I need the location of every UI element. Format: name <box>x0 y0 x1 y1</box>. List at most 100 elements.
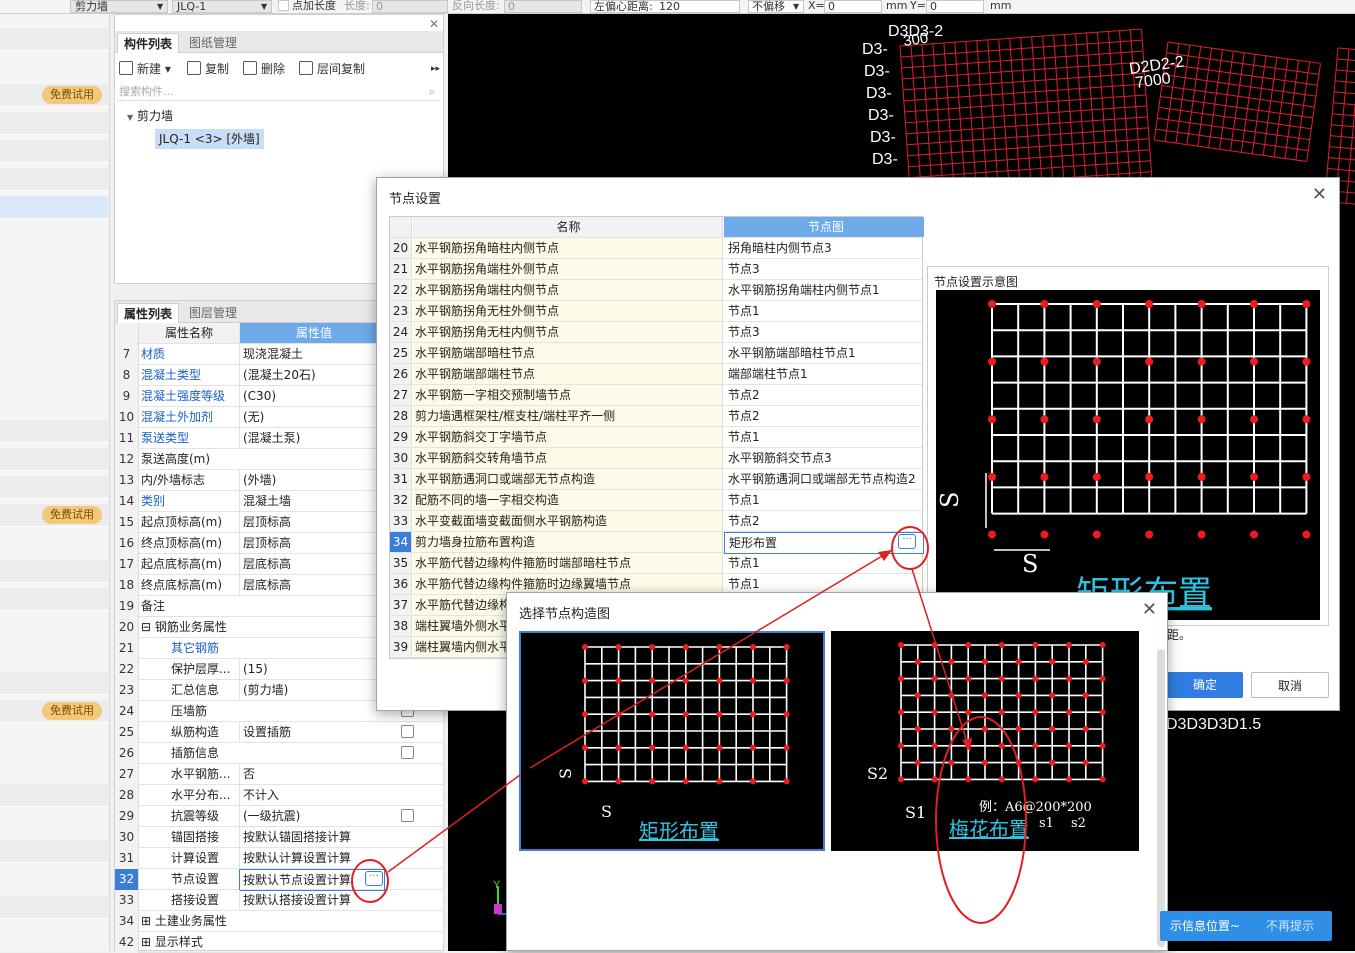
nav-row[interactable] <box>0 140 108 163</box>
property-value[interactable]: 按默认锚固搭接计算 <box>239 827 385 847</box>
node-row[interactable]: 32 配筋不同的墙一字相交构造 节点1 <box>390 490 922 511</box>
property-value[interactable]: (剪力墙) <box>239 680 385 700</box>
nav-row[interactable] <box>0 476 108 499</box>
property-value[interactable]: 现浇混凝土 <box>239 344 385 364</box>
property-value[interactable]: 按默认搭接设置计算 <box>239 890 385 910</box>
property-checkbox[interactable] <box>401 725 414 738</box>
property-value[interactable]: (15) <box>239 659 385 679</box>
property-value[interactable]: 层底标高 <box>239 575 385 595</box>
node-row[interactable]: 21 水平钢筋拐角端柱外侧节点 节点3 <box>390 259 922 280</box>
node-value[interactable]: 节点1 <box>724 553 924 573</box>
delete-button[interactable]: 删除 <box>243 60 285 78</box>
property-name[interactable]: 材质 <box>141 344 237 364</box>
free-trial-badge[interactable]: 免费试用 <box>42 702 102 720</box>
property-name[interactable]: 类别 <box>141 491 237 511</box>
property-value[interactable]: 不计入 <box>239 785 385 805</box>
scrollbar[interactable] <box>1157 649 1165 947</box>
property-row[interactable]: 26 插筋信息 <box>115 743 443 764</box>
more-icon[interactable]: ▸▸ <box>431 60 440 78</box>
property-checkbox[interactable] <box>401 809 414 822</box>
close-icon[interactable]: ✕ <box>1142 599 1157 620</box>
new-button[interactable]: 新建 ▾ <box>119 60 171 78</box>
nav-row[interactable] <box>0 672 108 695</box>
node-value[interactable]: 节点2 <box>724 511 924 531</box>
node-value[interactable]: 节点3 <box>724 322 924 342</box>
property-value[interactable]: (外墙) <box>239 470 385 490</box>
ok-button[interactable]: 确定 <box>1167 672 1243 698</box>
property-row[interactable]: 31 计算设置 按默认计算设置计算 <box>115 848 443 869</box>
tab-layer-management[interactable]: 图层管理 <box>183 303 243 323</box>
ellipsis-button[interactable]: ··· <box>898 534 916 549</box>
property-row[interactable]: 28 水平分布... 不计入 <box>115 785 443 806</box>
property-row[interactable]: 25 纵筋构造 设置插筋 <box>115 722 443 743</box>
node-value[interactable]: 节点2 <box>724 406 924 426</box>
node-row[interactable]: 25 水平钢筋端部暗柱节点 水平钢筋端部暗柱节点1 <box>390 343 922 364</box>
node-row[interactable]: 33 水平变截面墙变截面侧水平钢筋构造 节点2 <box>390 511 922 532</box>
close-icon[interactable]: ✕ <box>429 17 439 31</box>
node-row[interactable]: 34 剪力墙身拉筋布置构造 矩形布置 ··· <box>390 532 924 554</box>
nav-row[interactable] <box>0 28 108 51</box>
property-value[interactable]: (混凝土20石) <box>239 365 385 385</box>
property-value[interactable]: (C30) <box>239 386 385 406</box>
nav-row[interactable] <box>0 448 108 471</box>
property-row[interactable]: 33 搭接设置 按默认搭接设置计算 <box>115 890 443 911</box>
node-value[interactable]: 端部端柱节点1 <box>724 364 924 384</box>
tab-component-list[interactable]: 构件列表 <box>117 33 180 53</box>
property-row[interactable]: 32 节点设置 按默认节点设置计算 ··· <box>115 869 443 891</box>
reverse-length-input[interactable]: 0 <box>504 0 582 13</box>
tree-item-jlq1[interactable]: JLQ-1 <3> [外墙] <box>155 129 264 149</box>
node-value[interactable]: 水平钢筋斜交节点3 <box>724 448 924 468</box>
tab-drawing-management[interactable]: 图纸管理 <box>183 33 243 53</box>
property-name[interactable]: 混凝土外加剂 <box>141 407 237 427</box>
property-name[interactable]: 混凝土强度等级 <box>141 386 237 406</box>
property-value[interactable]: (混凝土泵) <box>239 428 385 448</box>
copy-button[interactable]: 复制 <box>187 60 229 78</box>
node-value[interactable]: 矩形布置 <box>724 532 924 554</box>
left-offset-input[interactable]: 左偏心距离: 120 <box>590 0 740 13</box>
component-type-combo[interactable]: 剪力墙 ▼ <box>70 0 168 13</box>
nav-row[interactable] <box>0 840 108 863</box>
node-value[interactable]: 节点1 <box>724 301 924 321</box>
option-quincunx-layout[interactable]: 梅花布置 S1 S2 例：A6@200*200 s1 s2 <box>831 631 1139 851</box>
node-row[interactable]: 23 水平钢筋拐角无柱外侧节点 节点1 <box>390 301 922 322</box>
node-value[interactable]: 节点2 <box>724 385 924 405</box>
y-input[interactable]: 0 <box>926 0 984 13</box>
nav-row[interactable]: 免费试用 <box>0 504 108 527</box>
property-value[interactable]: 层底标高 <box>239 554 385 574</box>
length-input[interactable]: 0 <box>372 0 448 13</box>
ellipsis-button[interactable]: ··· <box>365 871 383 886</box>
property-value[interactable]: (一级抗震) <box>239 806 385 826</box>
property-row[interactable]: 42 ⊞ 显示样式 <box>115 932 443 953</box>
property-row[interactable]: 29 抗震等级 (一级抗震) <box>115 806 443 827</box>
property-value[interactable]: 设置插筋 <box>239 722 385 742</box>
node-row[interactable]: 31 水平钢筋遇洞口或端部无节点构造 水平钢筋遇洞口或端部无节点构造2 <box>390 469 922 490</box>
tree-root[interactable]: ▼ 剪力墙 <box>127 107 173 124</box>
dont-show-again-link[interactable]: 不再提示 <box>1266 911 1314 941</box>
node-value[interactable]: 水平钢筋拐角端柱内侧节点1 <box>724 280 924 300</box>
property-name[interactable]: 混凝土类型 <box>141 365 237 385</box>
node-row[interactable]: 30 水平钢筋斜交转角墙节点 水平钢筋斜交节点3 <box>390 448 922 469</box>
free-trial-badge[interactable]: 免费试用 <box>42 506 102 524</box>
nav-row[interactable] <box>0 560 108 583</box>
node-row[interactable]: 29 水平钢筋斜交丁字墙节点 节点1 <box>390 427 922 448</box>
property-value[interactable]: (无) <box>239 407 385 427</box>
node-value[interactable]: 水平钢筋端部暗柱节点1 <box>724 343 924 363</box>
nav-row[interactable]: 免费试用 <box>0 700 108 723</box>
node-row[interactable]: 26 水平钢筋端部端柱节点 端部端柱节点1 <box>390 364 922 385</box>
node-row[interactable]: 35 水平筋代替边缘构件箍筋时端部暗柱节点 节点1 <box>390 553 922 574</box>
floor-copy-button[interactable]: 层间复制 <box>299 60 365 78</box>
tab-property-list[interactable]: 属性列表 <box>117 303 180 323</box>
property-value[interactable]: 层顶标高 <box>239 533 385 553</box>
nav-row-selected[interactable] <box>0 196 108 219</box>
option-rect-layout[interactable]: 矩形布置 S S <box>519 631 825 851</box>
node-row[interactable]: 24 水平钢筋拐角无柱内侧节点 节点3 <box>390 322 922 343</box>
property-row[interactable]: 34 ⊞ 土建业务属性 <box>115 911 443 932</box>
property-name[interactable]: 其它钢筋 <box>141 638 237 658</box>
x-input[interactable]: 0 <box>824 0 882 13</box>
nav-row[interactable] <box>0 420 108 443</box>
nav-row[interactable] <box>0 784 108 807</box>
node-value[interactable]: 拐角暗柱内侧节点3 <box>724 238 924 258</box>
node-value[interactable]: 节点1 <box>724 490 924 510</box>
nav-row[interactable] <box>0 112 108 135</box>
property-value[interactable]: 否 <box>239 764 385 784</box>
